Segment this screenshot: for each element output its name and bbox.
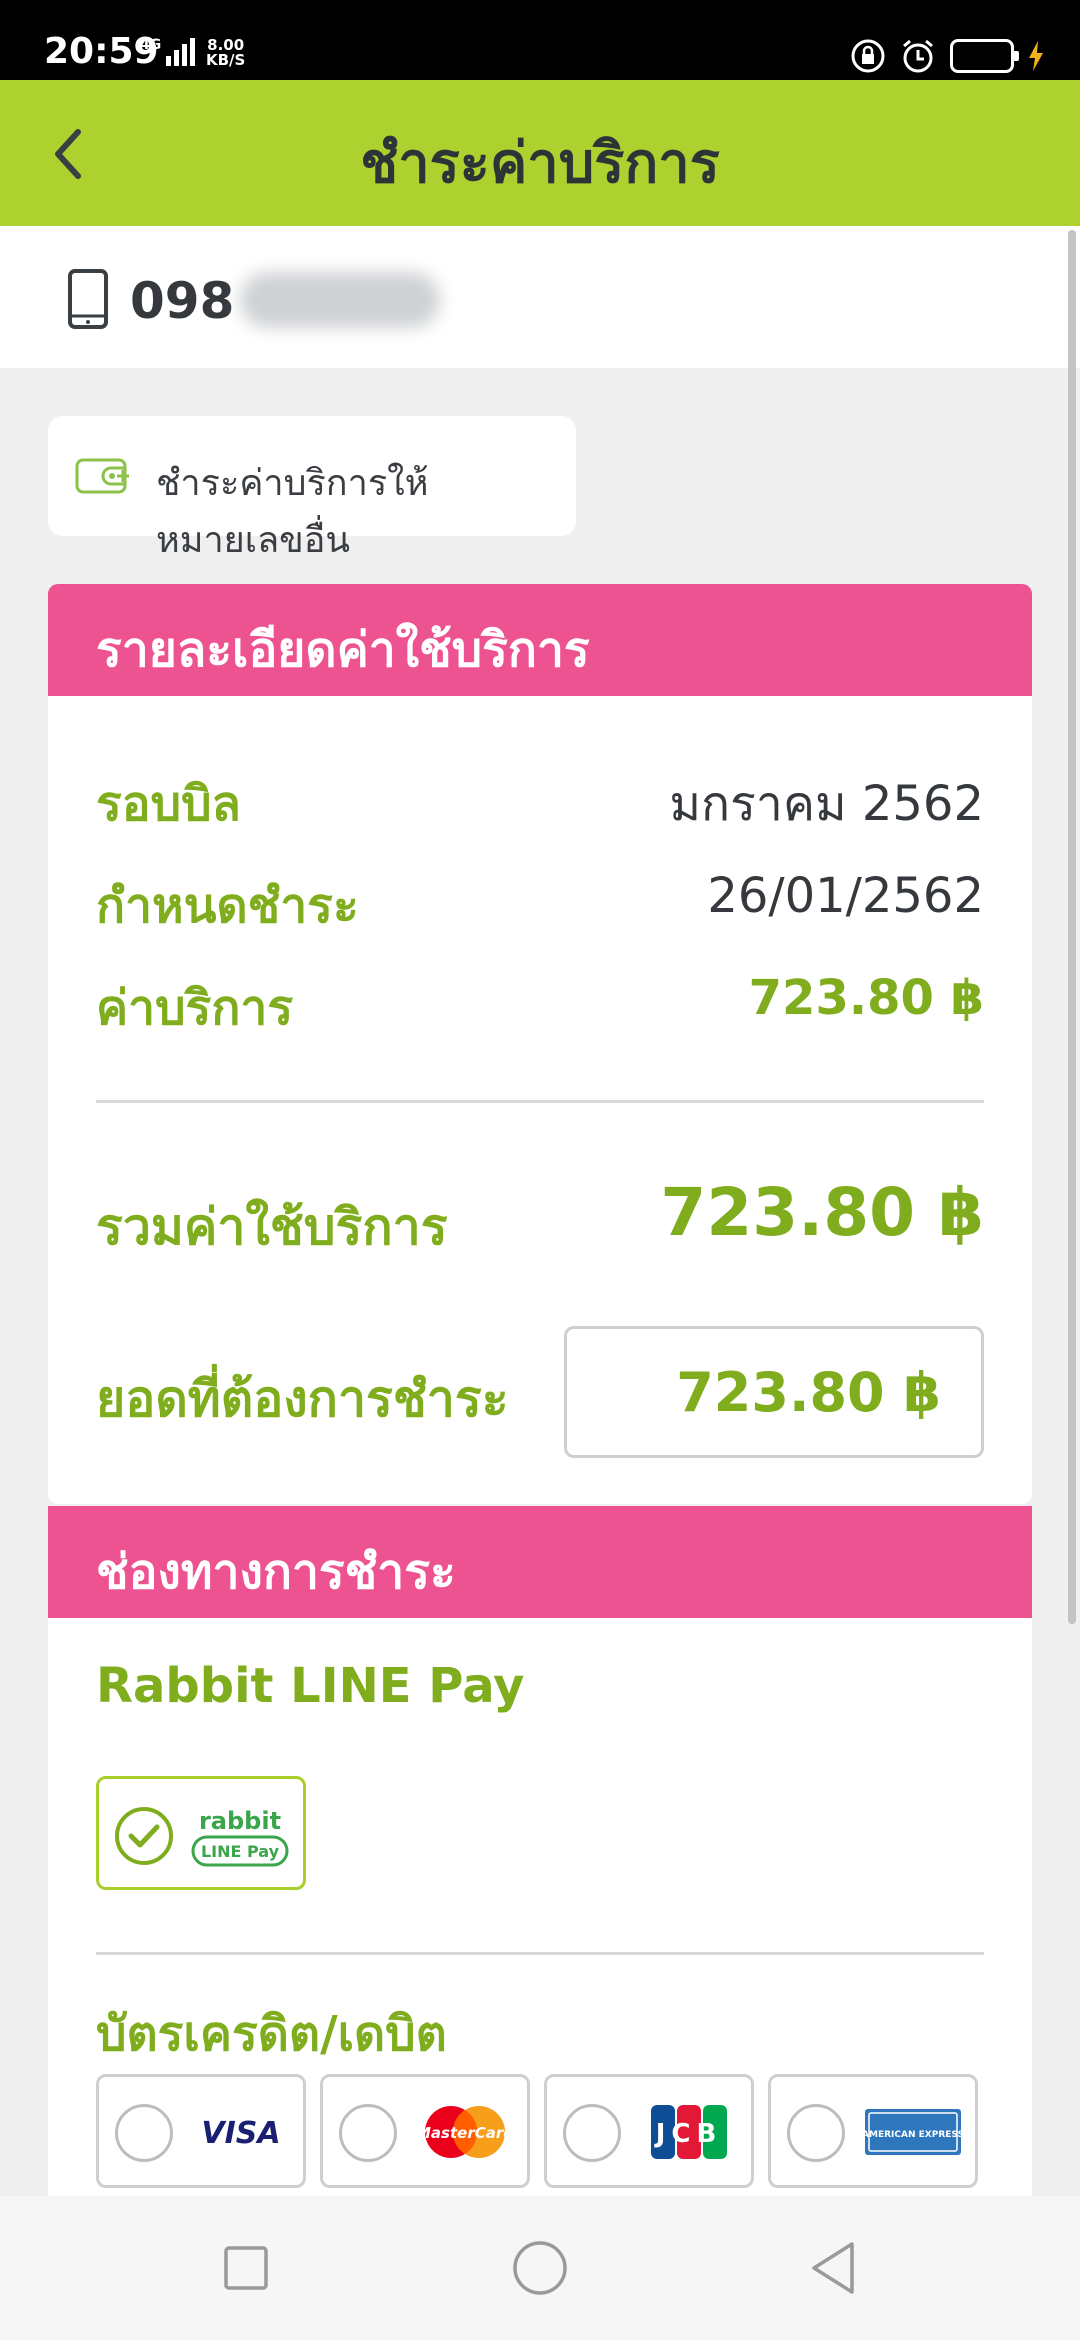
due-date-label: กำหนดชำระ [96, 878, 359, 934]
divider [96, 1952, 984, 1955]
mobile-phone-icon [68, 269, 108, 329]
battery-level: 53 [966, 43, 998, 69]
bill-cycle-label: รอบบิล [96, 776, 241, 832]
payment-channels-title: ช่องทางการชำระ [96, 1544, 456, 1600]
charging-bolt-icon [1029, 41, 1043, 71]
rabbit-line-pay-logo: rabbit LINE Pay [191, 1807, 289, 1867]
lock-rotation-icon [851, 39, 885, 73]
bill-details-card: รายละเอียดค่าใช้บริการ รอบบิล มกราคม 256… [48, 584, 1032, 1504]
mastercard-option[interactable]: MasterCard [320, 2074, 530, 2188]
rabbit-line-pay-label: Rabbit LINE Pay [96, 1658, 525, 1714]
status-bar: 20:59 4G 8.00 KB/S 53 [0, 0, 1080, 80]
rabbit-logo-text: rabbit [199, 1807, 281, 1835]
home-icon[interactable] [508, 2236, 572, 2300]
radio-button[interactable] [115, 2104, 173, 2162]
bill-details-title: รายละเอียดค่าใช้บริการ [96, 622, 590, 678]
radio-button[interactable] [787, 2104, 845, 2162]
mastercard-icon: MasterCard [416, 2106, 514, 2158]
wallet-icon [75, 458, 129, 494]
pay-amount-label: ยอดที่ต้องการชำระ [96, 1370, 509, 1428]
visa-icon: VISA [201, 2116, 280, 2151]
back-triangle-icon[interactable] [802, 2236, 866, 2300]
system-nav-bar [0, 2196, 1080, 2340]
phone-number-row: 098 [0, 226, 1080, 368]
visa-option[interactable]: VISA [96, 2074, 306, 2188]
page-title: ชำระค่าบริการ [360, 131, 720, 196]
app-header: ชำระค่าบริการ [0, 80, 1080, 226]
total-label: รวมค่าใช้บริการ [96, 1198, 448, 1256]
svg-text:VISA: VISA [201, 2116, 280, 2151]
payment-channels-header: ช่องทางการชำระ [48, 1506, 1032, 1618]
credit-debit-label: บัตรเครดิต/เดบิต [96, 2006, 447, 2062]
signal-icon [166, 38, 195, 66]
phone-number-redacted [240, 272, 440, 328]
due-date-value: 26/01/2562 [707, 868, 984, 924]
svg-text:MasterCard: MasterCard [416, 2124, 514, 2142]
service-charge-label: ค่าบริการ [96, 980, 294, 1036]
pay-other-number-label: ชำระค่าบริการให้หมายเลขอื่น [156, 463, 429, 561]
network-type: 4G [140, 37, 162, 53]
pay-other-number-button[interactable]: ชำระค่าบริการให้หมายเลขอื่น [48, 416, 576, 561]
network-speed: 8.00 KB/S [206, 36, 246, 69]
service-charge-row: ค่าบริการ 723.80 ฿ [96, 970, 984, 1036]
amex-icon: AMERICAN EXPRESS [862, 2109, 964, 2155]
svg-text:JCB: JCB [654, 2119, 723, 2149]
payment-channels-card: ช่องทางการชำระ Rabbit LINE Pay rabbit LI… [48, 1506, 1032, 2196]
rabbit-line-pay-option[interactable]: rabbit LINE Pay [96, 1776, 306, 1890]
divider [96, 1100, 984, 1103]
bill-cycle-row: รอบบิล มกราคม 2562 [96, 766, 984, 832]
due-date-row: กำหนดชำระ 26/01/2562 [96, 868, 984, 934]
phone-number: 098 [130, 272, 235, 330]
svg-text:AMERICAN EXPRESS: AMERICAN EXPRESS [862, 2130, 964, 2140]
recent-apps-icon[interactable] [214, 2236, 278, 2300]
amex-option[interactable]: AMERICAN EXPRESS [768, 2074, 978, 2188]
bill-details-header: รายละเอียดค่าใช้บริการ [48, 584, 1032, 696]
radio-button[interactable] [563, 2104, 621, 2162]
jcb-option[interactable]: JCB [544, 2074, 754, 2188]
battery-icon: 53 [950, 39, 1019, 73]
pay-amount-input[interactable] [564, 1326, 984, 1458]
line-pay-logo-text: LINE Pay [201, 1842, 280, 1861]
alarm-icon [903, 39, 933, 73]
scrollbar[interactable] [1068, 230, 1076, 1624]
radio-button[interactable] [339, 2104, 397, 2162]
jcb-icon: JCB [651, 2105, 727, 2159]
bill-cycle-value: มกราคม 2562 [669, 776, 984, 832]
service-charge-value: 723.80 ฿ [748, 970, 984, 1026]
check-circle-icon [115, 1807, 173, 1865]
card-brand-options: VISA MasterCard JCB AMERICAN EXPRESS [96, 2074, 986, 2188]
total-value: 723.80 ฿ [660, 1174, 984, 1251]
